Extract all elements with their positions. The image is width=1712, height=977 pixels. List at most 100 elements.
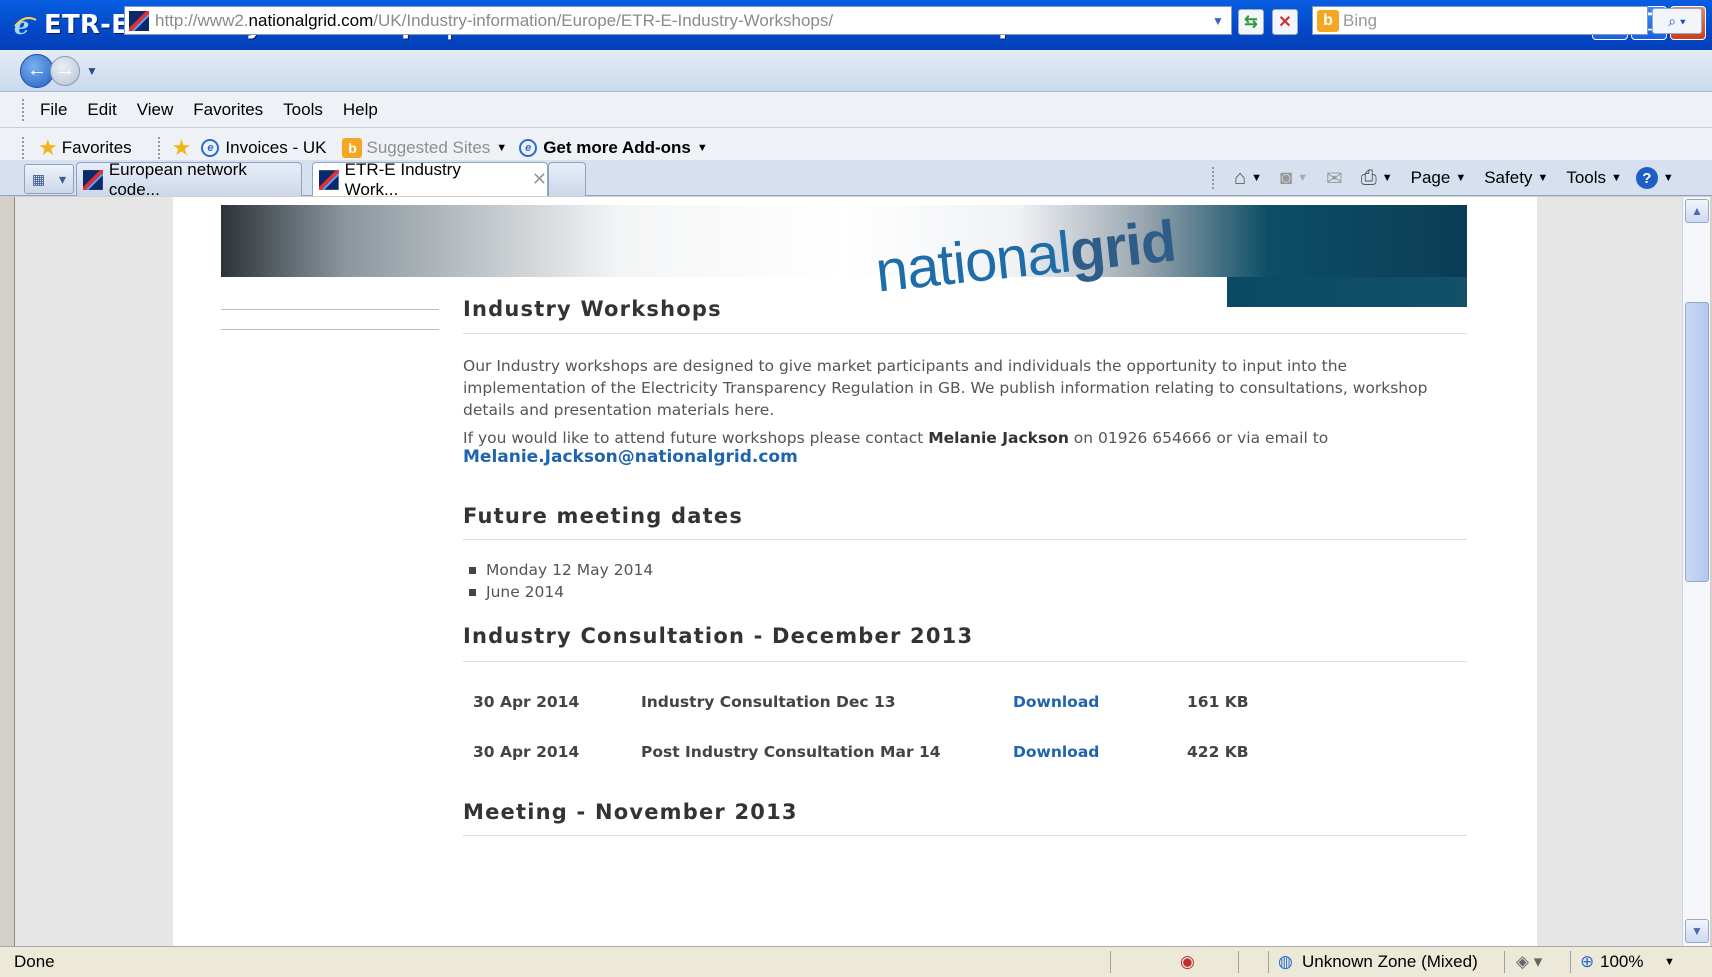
toolbar-grip (22, 98, 26, 121)
menu-help[interactable]: Help (343, 100, 378, 120)
bullet-icon (469, 566, 476, 574)
help-icon: ? (1635, 167, 1658, 189)
menu-tools[interactable]: Tools (283, 100, 323, 120)
contact-name: Melanie Jackson (928, 429, 1069, 447)
status-separator (1268, 951, 1269, 973)
left-nav-divider (221, 309, 439, 310)
ie-page-icon: e (519, 139, 538, 157)
scrollbar-thumb[interactable] (1685, 302, 1709, 582)
privacy-report-icon[interactable]: ◉ (1180, 952, 1195, 972)
contact-paragraph: If you would like to attend future works… (463, 427, 1467, 449)
page-menu[interactable]: Page ▼ (1411, 168, 1467, 188)
fav-link-get-addons[interactable]: e Get more Add-ons ▼ (519, 138, 708, 158)
help-menu[interactable]: ? ▼ (1635, 167, 1674, 189)
toolbar-grip (1212, 167, 1216, 189)
list-item: June 2014 (463, 583, 1467, 601)
status-separator (1570, 951, 1571, 973)
protected-mode-icon[interactable]: ◈ ▾ (1516, 952, 1542, 972)
zoom-level[interactable]: 100% (1600, 952, 1643, 972)
safety-menu[interactable]: Safety ▼ (1484, 168, 1548, 188)
stop-button[interactable]: ✕ (1272, 9, 1298, 35)
download-link[interactable]: Download (1013, 743, 1099, 761)
scroll-up-button[interactable]: ▲ (1685, 199, 1709, 223)
vertical-scrollbar[interactable]: ▲ ▼ (1682, 197, 1710, 946)
tools-menu[interactable]: Tools ▼ (1566, 168, 1622, 188)
logo-text-bold: grid (1066, 208, 1179, 285)
tab-etr-e-industry-workshops[interactable]: ETR-E Industry Work... ✕ (312, 160, 548, 199)
security-zone-label[interactable]: Unknown Zone (Mixed) (1302, 952, 1478, 972)
toolbar-grip (157, 137, 162, 159)
home-button[interactable]: ⌂ ▼ (1234, 167, 1262, 190)
menu-file[interactable]: File (40, 100, 67, 120)
menu-favorites[interactable]: Favorites (193, 100, 263, 120)
back-arrow-icon: ← (27, 59, 47, 81)
search-input[interactable]: b Bing (1312, 6, 1648, 35)
status-separator (1238, 951, 1239, 973)
page-menu-label: Page (1410, 168, 1451, 187)
status-bar: Done ◉ ◍ Unknown Zone (Mixed) ◈ ▾ ⊕ 100%… (0, 946, 1712, 977)
chevron-down-icon: ▼ (1251, 172, 1262, 184)
section-divider (463, 661, 1467, 662)
banner-image (221, 205, 1467, 277)
chevron-down-icon: ▼ (1662, 172, 1674, 184)
intro-paragraph: Our Industry workshops are designed to g… (463, 357, 1428, 419)
chevron-down-icon: ▼ (1455, 172, 1467, 184)
status-separator (1504, 951, 1505, 973)
site-favicon-icon (129, 10, 149, 31)
menu-edit[interactable]: Edit (87, 100, 116, 120)
contact-email-link[interactable]: Melanie.Jackson@nationalgrid.com (463, 447, 798, 467)
section-heading-meeting-november: Meeting - November 2013 (463, 800, 798, 824)
chevron-down-icon: ▼ (1611, 172, 1622, 184)
page-viewport: nationalgrid Industry Workshops Our Indu… (14, 197, 1682, 946)
read-mail-button[interactable]: ✉ (1326, 166, 1343, 191)
zoom-icon: ⊕ (1580, 952, 1595, 971)
download-link[interactable]: Download (1013, 693, 1099, 711)
print-button[interactable]: ⎙ ▼ (1361, 167, 1393, 190)
recent-pages-dropdown[interactable]: ▼ (86, 64, 98, 78)
ie-page-icon: e (201, 139, 220, 157)
new-tab-button[interactable] (548, 162, 586, 196)
add-favorite-icon[interactable]: ★ (172, 135, 192, 161)
fav-link-suggested-sites-label: Suggested Sites (366, 138, 491, 157)
document-title: Industry Consultation Dec 13 (641, 693, 896, 711)
refresh-button[interactable]: ⇆ (1238, 9, 1264, 35)
url-field[interactable]: http://www2. nationalgrid.com/UK/Industry… (124, 6, 1232, 35)
status-separator (1110, 951, 1111, 973)
fav-link-get-addons-label: Get more Add-ons (543, 138, 691, 157)
zoom-dropdown-icon[interactable]: ▼ (1664, 956, 1675, 968)
scroll-down-button[interactable]: ▼ (1685, 919, 1709, 943)
back-button[interactable]: ← (20, 53, 54, 88)
chevron-down-icon: ▼ (696, 142, 708, 154)
search-button[interactable]: ⌕ ▾ (1652, 8, 1702, 34)
refresh-icon: ⇆ (1244, 14, 1258, 31)
url-dropdown-icon[interactable]: ▼ (1209, 11, 1227, 31)
command-bar: ⌂ ▼ ◙ ▼ ✉ ⎙ ▼ Page ▼ Safety ▼ Tools ▼ ? ▼ (1212, 164, 1674, 192)
tab-label: ETR-E Industry Work... (344, 159, 461, 199)
fav-link-suggested-sites[interactable]: b Suggested Sites ▼ (338, 138, 507, 158)
forward-button[interactable]: → (50, 55, 80, 86)
bing-icon: b (1317, 9, 1339, 32)
chevron-up-icon: ▲ (1691, 204, 1703, 218)
fav-link-invoices[interactable]: e Invoices - UK (201, 138, 326, 158)
chevron-down-icon: ▼ (1691, 924, 1703, 938)
feeds-button[interactable]: ◙ ▼ (1280, 167, 1308, 190)
favorites-button[interactable]: ★ Favorites (38, 135, 132, 161)
section-divider (463, 333, 1467, 334)
left-nav-divider (221, 329, 439, 330)
tab-list-dropdown-icon[interactable]: ▾ (59, 171, 66, 188)
section-heading-future-meetings: Future meeting dates (463, 504, 744, 528)
meeting-date: June 2014 (486, 583, 565, 601)
close-tab-icon[interactable]: ✕ (532, 169, 547, 190)
rss-feed-icon: ◙ (1279, 166, 1293, 189)
header-banner: nationalgrid (221, 205, 1467, 307)
document-title: Post Industry Consultation Mar 14 (641, 743, 941, 761)
favorites-label: Favorites (61, 138, 132, 157)
search-placeholder: Bing (1343, 10, 1378, 30)
quick-tabs-button[interactable]: ▦ ▾ (24, 164, 74, 194)
section-heading-consultation: Industry Consultation - December 2013 (463, 624, 974, 648)
toolbar-grip (22, 137, 26, 159)
tab-european-network-code[interactable]: European network code... (76, 160, 302, 199)
document-size: 161 KB (1187, 693, 1249, 711)
menu-view[interactable]: View (137, 100, 174, 120)
menu-bar: File Edit View Favorites Tools Help (0, 92, 1712, 128)
